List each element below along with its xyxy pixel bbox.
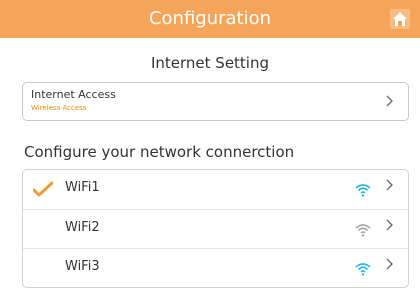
internet-access-row[interactable]: Internet Access Wireless Access — [22, 82, 409, 121]
chevron-right-icon — [383, 257, 395, 271]
page-title: Configuration — [148, 8, 272, 29]
home-icon — [390, 9, 410, 29]
chevron-right-icon — [383, 94, 395, 108]
internet-access-value: Wireless Access — [31, 104, 87, 112]
wifi-list: WiFi1 WiFi2 WiFi3 — [22, 169, 409, 288]
network-heading: Configure your network connerction — [24, 143, 295, 161]
wifi-signal-icon — [355, 261, 371, 276]
wifi-item-wifi3[interactable]: WiFi3 — [23, 248, 408, 287]
header-bar: Configuration — [0, 0, 420, 38]
chevron-right-icon — [383, 218, 395, 232]
chevron-right-icon — [383, 178, 395, 192]
wifi-item-label: WiFi2 — [65, 220, 100, 235]
checkmark-icon — [32, 181, 54, 197]
wifi-item-wifi2[interactable]: WiFi2 — [23, 209, 408, 249]
wifi-signal-icon — [355, 222, 371, 237]
section-title-internet-setting: Internet Setting — [150, 54, 270, 72]
wifi-signal-icon — [355, 182, 371, 197]
wifi-item-label: WiFi3 — [65, 259, 100, 274]
wifi-item-label: WiFi1 — [65, 180, 100, 195]
home-button[interactable] — [390, 9, 410, 29]
internet-access-label: Internet Access — [31, 88, 116, 101]
wifi-item-wifi1[interactable]: WiFi1 — [23, 170, 408, 209]
